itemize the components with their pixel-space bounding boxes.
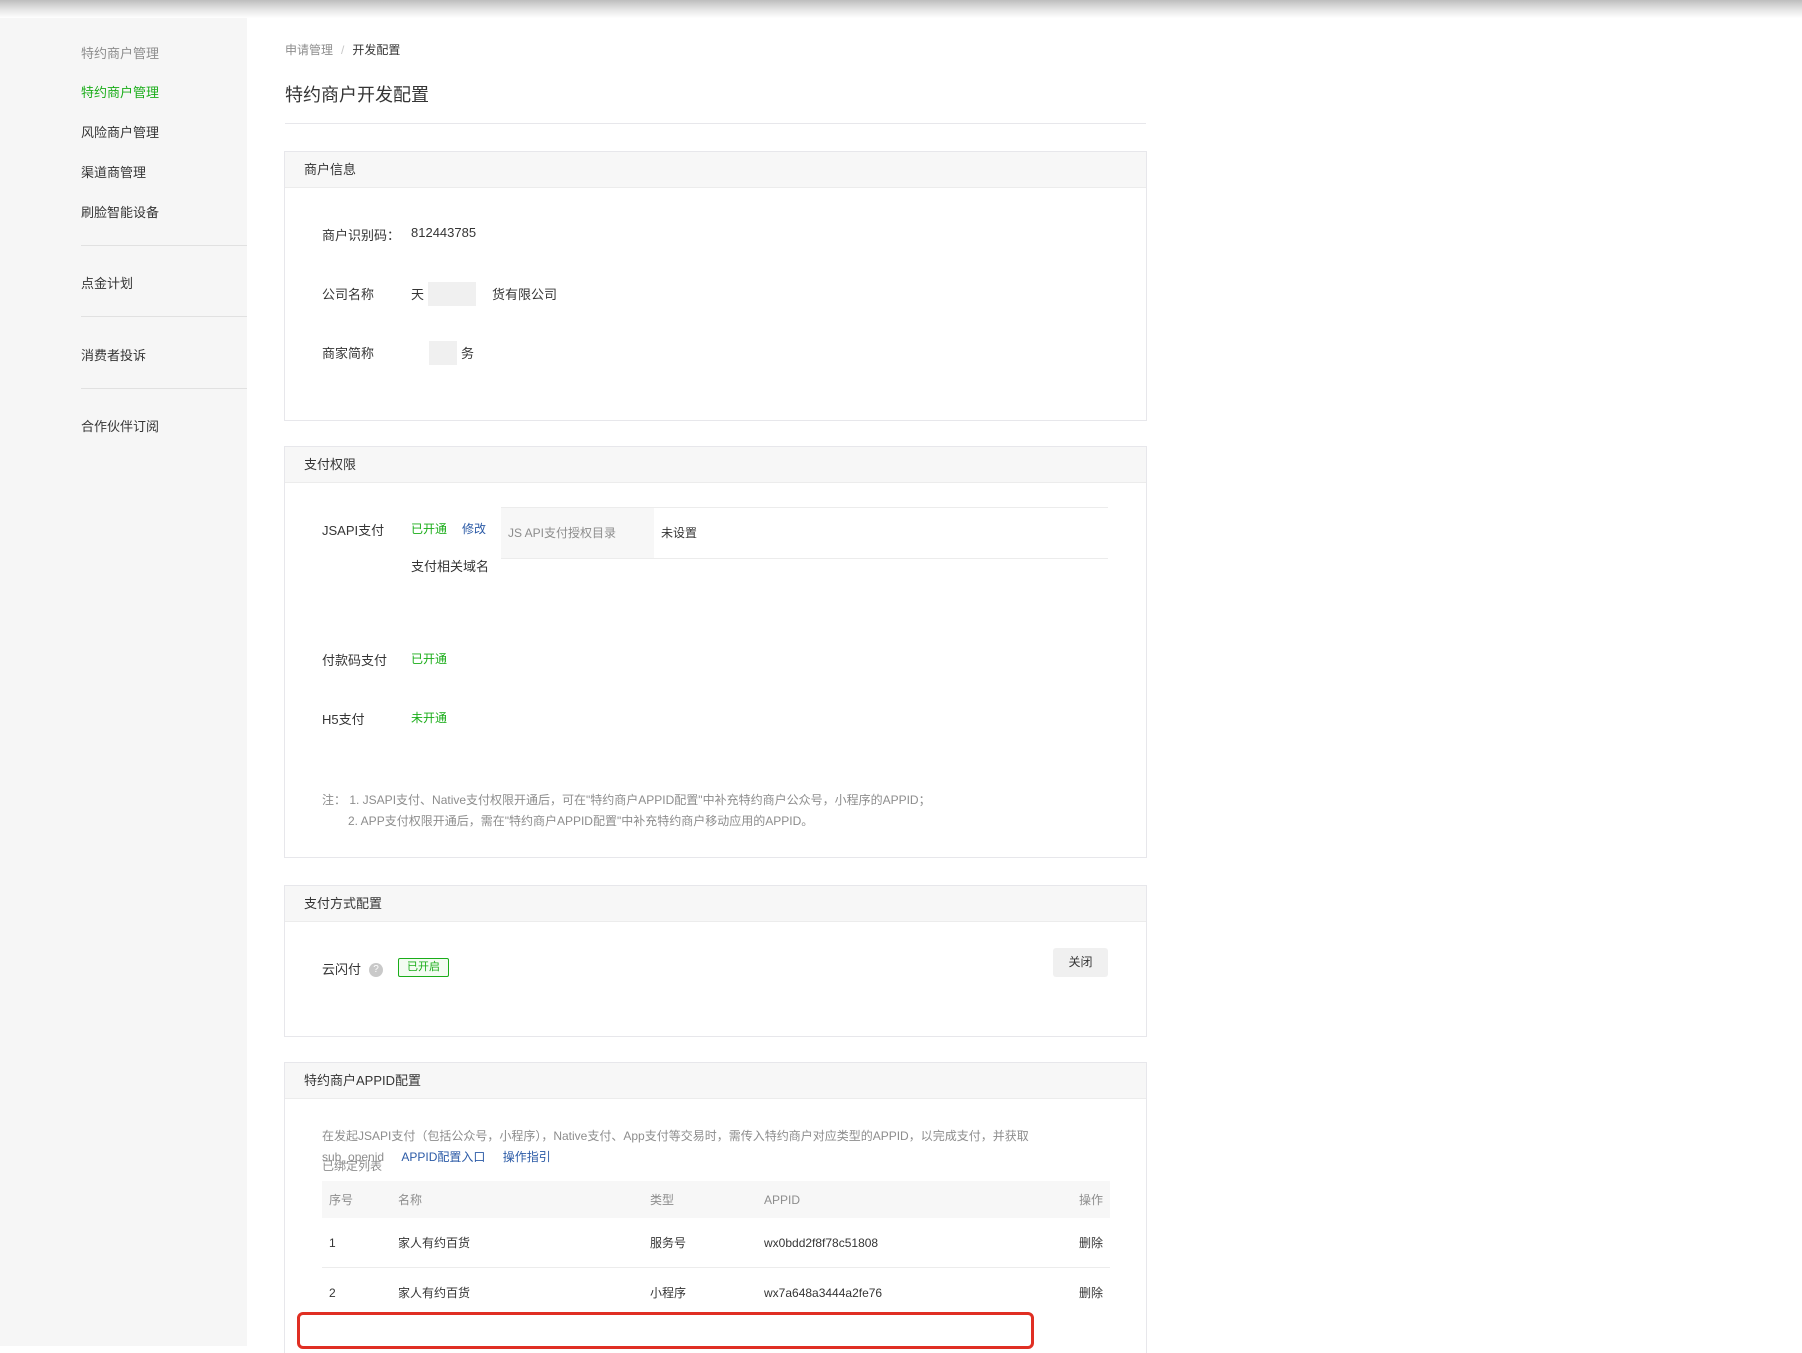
appid-desc-line-1: 在发起JSAPI支付（包括公众号，小程序），Native支付、App支付等交易时… (322, 1129, 1029, 1143)
sidebar-item-risk-merchants[interactable]: 风险商户管理 (81, 122, 159, 141)
sidebar-divider (81, 388, 247, 389)
domain-table: JS API支付授权目录 未设置 (501, 507, 1108, 559)
row-appid: wx0bdd2f8f78c51808 (757, 1218, 1036, 1268)
jsapi-label: JSAPI支付 (322, 523, 385, 538)
domain-key: JS API支付授权目录 (501, 508, 654, 558)
sidebar-section-title: 特约商户管理 (81, 46, 160, 61)
col-no: 序号 (322, 1181, 391, 1218)
bound-list-title: 已绑定列表 (322, 1159, 383, 1173)
close-button[interactable]: 关闭 (1053, 948, 1108, 977)
note-line-2: 2. APP支付权限开通后，需在"特约商户APPID配置"中补充特约商户移动应用… (348, 814, 814, 828)
company-name-end: 货有限公司 (492, 287, 558, 302)
status-badge: 已开启 (398, 958, 449, 977)
breadcrumb-parent[interactable]: 申请管理 (285, 43, 333, 57)
row-appid: wx7a648a3444a2fe76 (764, 1285, 883, 1300)
table-row: 2 家人有约百货 小程序 wx7a648a3444a2fe76 删除 (322, 1268, 1110, 1318)
appid-config-panel: 特约商户APPID配置 在发起JSAPI支付（包括公众号，小程序），Native… (284, 1062, 1147, 1353)
h5-pay-status: 未开通 (411, 711, 448, 725)
domain-label: 支付相关域名 (411, 559, 490, 574)
company-name-label: 公司名称 (322, 287, 375, 302)
pay-methods-panel: 支付方式配置 云闪付 ? 已开启 关闭 (284, 885, 1147, 1037)
domain-value: 未设置 (661, 526, 698, 540)
company-name-start: 天 (411, 287, 425, 302)
short-name-label: 商家简称 (322, 346, 375, 361)
row-type: 小程序 (650, 1286, 687, 1300)
breadcrumb-current: 开发配置 (352, 43, 401, 57)
pay-permissions-header: 支付权限 (285, 447, 1146, 483)
sidebar-item-face-devices[interactable]: 刷脸智能设备 (81, 202, 159, 221)
col-type: 类型 (643, 1181, 757, 1218)
delete-link[interactable]: 删除 (1036, 1268, 1110, 1318)
h5-pay-label: H5支付 (322, 712, 365, 727)
sidebar-item-partner-subscription[interactable]: 合作伙伴订阅 (81, 416, 159, 435)
code-pay-label: 付款码支付 (322, 653, 388, 668)
merchant-info-panel: 商户信息 商户识别码： 812443785 公司名称 天 货有限公司 商家简称 … (284, 151, 1147, 421)
appid-config-header: 特约商户APPID配置 (285, 1063, 1146, 1099)
bound-appid-table: 序号 名称 类型 APPID 操作 1 家人有约百货 服务号 wx0bdd2f8… (322, 1181, 1110, 1317)
breadcrumb: 申请管理 / 开发配置 (285, 41, 400, 58)
redacted-block (429, 341, 457, 365)
help-icon[interactable]: ? (369, 960, 383, 977)
help-icon-glyph: ? (369, 963, 383, 977)
col-appid: APPID (757, 1181, 1036, 1218)
browser-top-shadow (0, 0, 1802, 18)
sidebar-divider (81, 245, 247, 246)
jsapi-edit-link[interactable]: 修改 (462, 520, 486, 537)
row-no: 2 (329, 1285, 336, 1300)
row-no: 1 (322, 1218, 391, 1268)
table-header-row: 序号 名称 类型 APPID 操作 (322, 1181, 1110, 1218)
jsapi-status: 已开通 (411, 522, 448, 536)
pay-methods-header: 支付方式配置 (285, 886, 1146, 922)
col-action: 操作 (1036, 1181, 1110, 1218)
redacted-block (428, 282, 476, 306)
sidebar-item-channel-merchants[interactable]: 渠道商管理 (81, 162, 146, 181)
delete-link[interactable]: 删除 (1036, 1218, 1110, 1268)
row-name: 家人有约百货 (398, 1286, 471, 1300)
merchant-info-header: 商户信息 (285, 152, 1146, 188)
sidebar-divider (81, 316, 247, 317)
page-title: 特约商户开发配置 (285, 85, 429, 105)
guide-link[interactable]: 操作指引 (503, 1150, 551, 1164)
title-divider (285, 123, 1146, 124)
note-line-1: 注： 1. JSAPI支付、Native支付权限开通后，可在"特约商户APPID… (322, 793, 931, 807)
pay-permissions-panel: 支付权限 JSAPI支付 已开通 修改 支付相关域名 JS API支付授权目录 … (284, 446, 1147, 858)
row-type: 服务号 (643, 1218, 757, 1268)
unionpay-label: 云闪付 (322, 962, 362, 977)
appid-entry-link[interactable]: APPID配置入口 (401, 1150, 485, 1164)
sidebar-item-complaints[interactable]: 消费者投诉 (81, 345, 146, 364)
code-pay-status: 已开通 (411, 652, 448, 666)
table-row: 1 家人有约百货 服务号 wx0bdd2f8f78c51808 删除 (322, 1218, 1110, 1268)
sidebar-item-merchant-management[interactable]: 特约商户管理 (81, 82, 159, 101)
sidebar-item-gold-plan[interactable]: 点金计划 (81, 273, 133, 292)
merchant-id-label: 商户识别码： (322, 228, 401, 243)
row-name: 家人有约百货 (391, 1218, 643, 1268)
short-name-end: 务 (461, 346, 475, 361)
breadcrumb-separator: / (341, 43, 345, 57)
merchant-id-value: 812443785 (411, 225, 477, 240)
col-name: 名称 (391, 1181, 643, 1218)
